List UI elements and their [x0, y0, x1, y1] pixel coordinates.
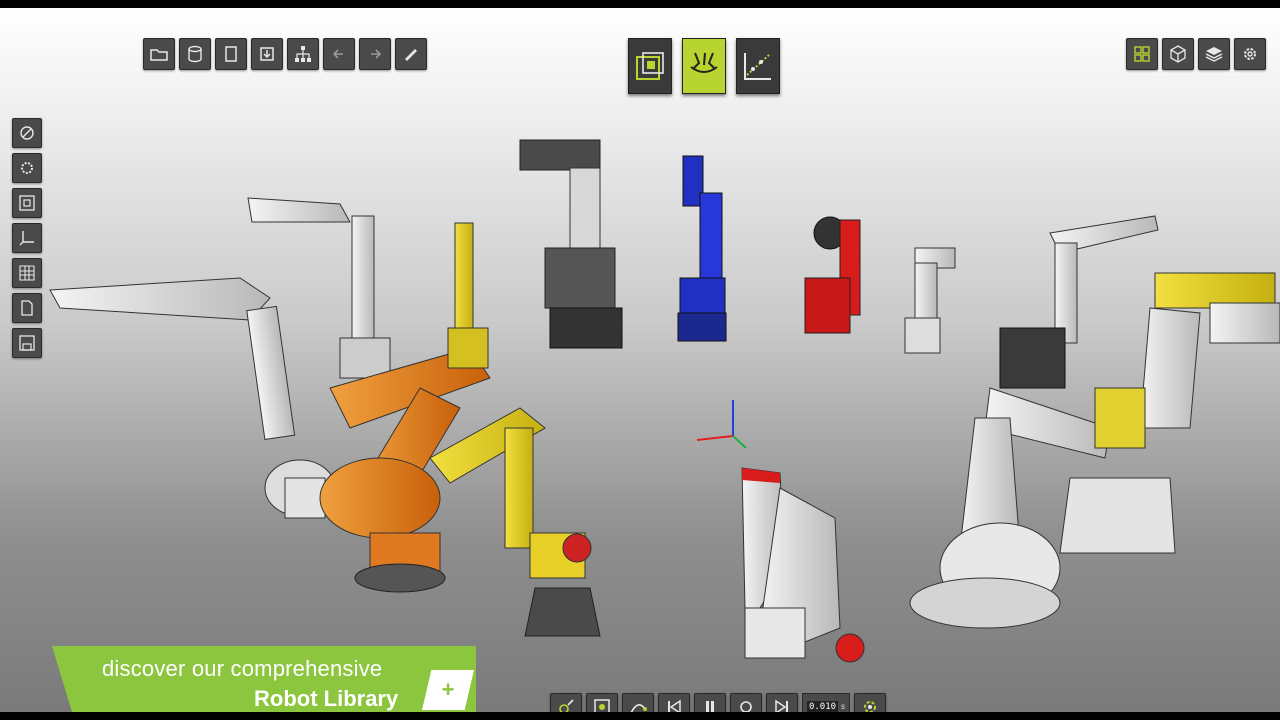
- document-button[interactable]: [215, 38, 247, 70]
- time-step-value[interactable]: 0.010: [806, 700, 839, 712]
- view-toolbar: [1126, 38, 1266, 70]
- banner-line1: discover our comprehensive: [102, 656, 383, 681]
- hierarchy-button[interactable]: [287, 38, 319, 70]
- simulation-settings-icon[interactable]: [854, 693, 886, 712]
- grid-icon: [19, 265, 35, 281]
- frame-icon: [19, 195, 35, 211]
- time-step-field[interactable]: 0.010 s: [802, 693, 850, 712]
- graph-mode-button[interactable]: [736, 38, 780, 94]
- file-button[interactable]: [12, 293, 42, 323]
- loop-icon[interactable]: [730, 693, 762, 712]
- robot-cell-mode-button[interactable]: [682, 38, 726, 94]
- robot-cell-mode-icon: [690, 52, 718, 73]
- grid-view-icon: [1134, 46, 1150, 62]
- import-button[interactable]: [251, 38, 283, 70]
- settings-gear-icon: [21, 162, 33, 174]
- arrow-left-button[interactable]: [323, 38, 355, 70]
- frame-button[interactable]: [12, 188, 42, 218]
- robot-red[interactable]: [804, 216, 861, 334]
- robot-scene[interactable]: [0, 8, 1280, 712]
- robot-target-icon[interactable]: [550, 693, 582, 712]
- robot-white-small[interactable]: [904, 247, 956, 354]
- 3d-viewport[interactable]: discover our comprehensive Robot Library…: [0, 8, 1280, 712]
- database-icon: [188, 45, 202, 63]
- robot-red-white[interactable]: [741, 467, 865, 663]
- robot-yellow-front[interactable]: [429, 407, 601, 637]
- hierarchy-icon: [295, 46, 311, 62]
- document-icon: [225, 46, 237, 62]
- target-button[interactable]: [12, 118, 42, 148]
- layers-icon: [1205, 47, 1223, 62]
- database-button[interactable]: [179, 38, 211, 70]
- layout-mode-icon: [636, 52, 664, 80]
- arrow-left-icon: [332, 49, 343, 59]
- left-toolbar: [12, 118, 42, 358]
- skip-back-icon[interactable]: [658, 693, 690, 712]
- open-folder-button[interactable]: [143, 38, 175, 70]
- pencil-icon: [405, 49, 417, 61]
- grid-button[interactable]: [12, 258, 42, 288]
- target-icon: [20, 126, 34, 140]
- cube-icon: [1170, 45, 1186, 63]
- robot-yellow-small[interactable]: [447, 222, 489, 369]
- import-icon: [260, 47, 274, 61]
- pause-icon[interactable]: [694, 693, 726, 712]
- gear-button[interactable]: [1234, 38, 1266, 70]
- time-step-unit: s: [841, 702, 846, 711]
- arrow-right-button[interactable]: [359, 38, 391, 70]
- settings-gear-button[interactable]: [12, 153, 42, 183]
- skip-forward-icon[interactable]: [766, 693, 798, 712]
- grid-view-button[interactable]: [1126, 38, 1158, 70]
- mode-switcher: [628, 38, 780, 94]
- path-icon[interactable]: [622, 693, 654, 712]
- robot-yellow-white-large[interactable]: [1059, 272, 1280, 554]
- banner-line2: Robot Library: [254, 686, 399, 711]
- layers-button[interactable]: [1198, 38, 1230, 70]
- gear-icon: [1244, 48, 1256, 60]
- cube-button[interactable]: [1162, 38, 1194, 70]
- save-button[interactable]: [12, 328, 42, 358]
- save-icon: [19, 335, 35, 351]
- open-folder-icon: [150, 49, 168, 61]
- arrow-right-icon: [371, 49, 382, 59]
- robot-library-banner[interactable]: discover our comprehensive Robot Library…: [52, 646, 476, 712]
- file-toolbar: [143, 38, 427, 70]
- axes-icon: [19, 231, 34, 246]
- robot-blue[interactable]: [677, 155, 727, 342]
- layout-mode-button[interactable]: [628, 38, 672, 94]
- robot-dark[interactable]: [519, 139, 623, 349]
- playback-bar: 0.010 s: [550, 693, 886, 712]
- file-icon: [21, 300, 33, 316]
- axis-gizmo: [696, 400, 747, 449]
- graph-mode-icon: [744, 53, 771, 80]
- robot-white-long[interactable]: [49, 277, 336, 519]
- frame-capture-icon[interactable]: [586, 693, 618, 712]
- axes-button[interactable]: [12, 223, 42, 253]
- pencil-button[interactable]: [395, 38, 427, 70]
